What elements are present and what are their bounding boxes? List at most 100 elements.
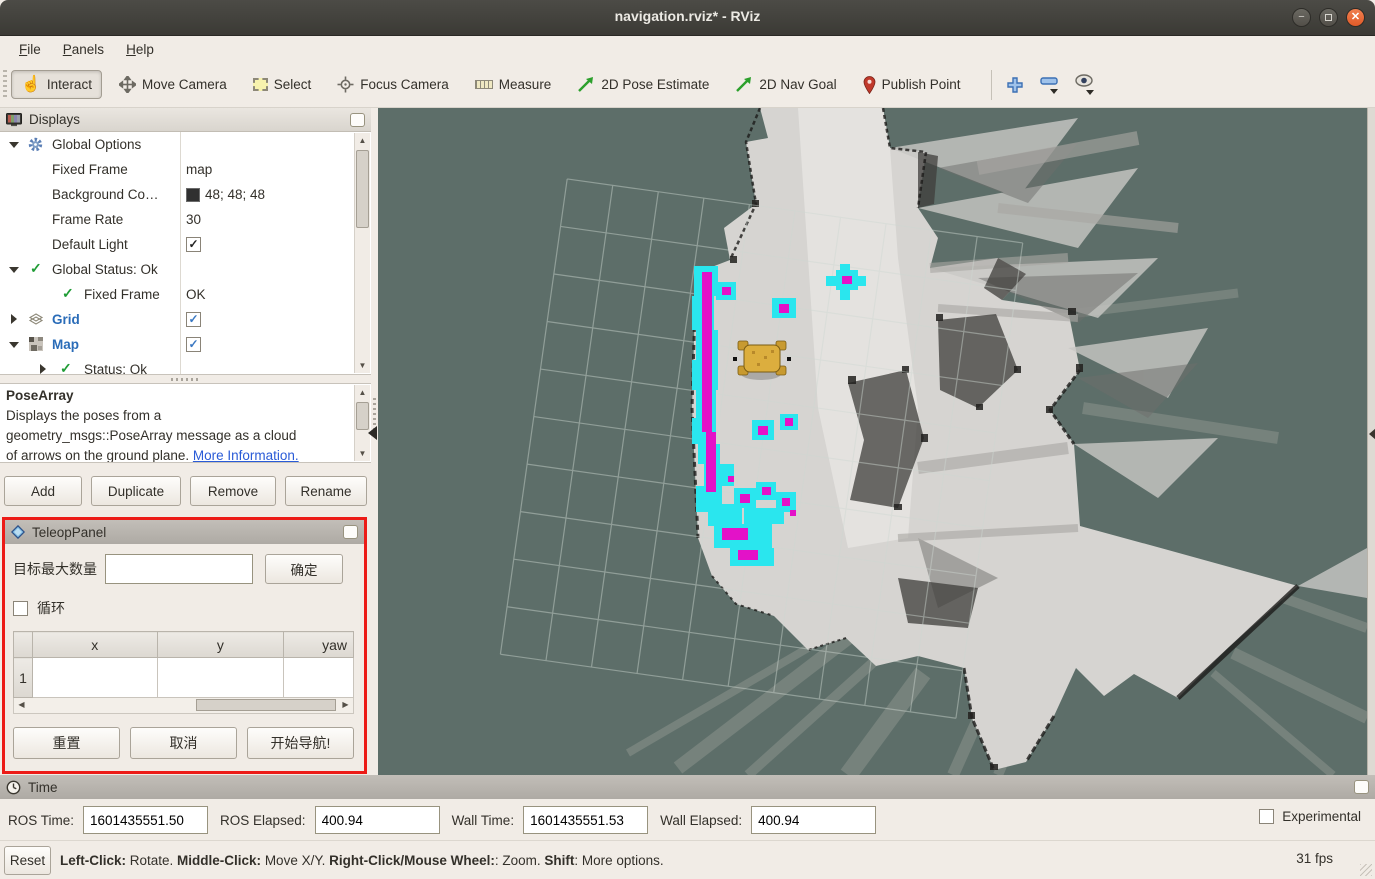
cell-yaw[interactable] — [284, 658, 354, 698]
cell-y[interactable] — [157, 658, 284, 698]
menu-help[interactable]: Help — [117, 39, 163, 60]
displays-panel-header[interactable]: Displays — [0, 108, 371, 132]
goal-table-row[interactable]: 1 — [14, 658, 354, 698]
panel-float-button[interactable] — [350, 113, 365, 127]
column-x[interactable]: x — [32, 632, 157, 658]
cell-x[interactable] — [32, 658, 157, 698]
panel-splitter[interactable] — [0, 375, 371, 383]
duplicate-button[interactable]: Duplicate — [91, 476, 181, 506]
collapse-panel-icon[interactable] — [368, 426, 377, 440]
teleop-panel-header[interactable]: TeleopPanel — [5, 520, 364, 544]
tool-move-camera[interactable]: Move Camera — [110, 70, 236, 99]
tool-2d-nav-goal[interactable]: 2D Nav Goal — [726, 71, 845, 99]
map-pin-icon — [863, 76, 876, 94]
default-light-checkbox[interactable]: ✓ — [186, 237, 201, 252]
minimize-button[interactable]: − — [1292, 8, 1311, 27]
more-information-link[interactable]: More Information. — [193, 448, 299, 463]
tree-row-background-color[interactable]: Background Co… 48; 48; 48 — [0, 182, 371, 207]
reset-button[interactable]: Reset — [4, 846, 51, 875]
scroll-down-icon[interactable]: ▼ — [355, 446, 370, 461]
tree-scrollbar[interactable]: ▲ ▼ — [354, 133, 370, 373]
loop-checkbox[interactable] — [13, 601, 28, 616]
tool-interact[interactable]: ☝ Interact — [11, 70, 102, 99]
remove-tool-button[interactable] — [1040, 76, 1058, 94]
tree-row-fixed-frame[interactable]: Fixed Frame map — [0, 157, 371, 182]
scroll-down-icon[interactable]: ▼ — [355, 358, 370, 373]
scrollbar-thumb[interactable] — [356, 150, 369, 228]
table-scrollbar[interactable]: ◀ ▶ — [13, 698, 354, 714]
remove-button[interactable]: Remove — [190, 476, 276, 506]
cancel-button[interactable]: 取消 — [130, 727, 237, 759]
max-goal-input[interactable] — [105, 554, 253, 584]
3d-viewport[interactable] — [378, 108, 1367, 775]
teleop-panel-highlighted: TeleopPanel 目标最大数量 确定 循环 x y — [2, 517, 367, 774]
expand-icon[interactable] — [9, 342, 19, 348]
scroll-left-icon[interactable]: ◀ — [14, 698, 29, 712]
panel-float-button[interactable] — [343, 525, 358, 539]
tree-row-frame-rate[interactable]: Frame Rate 30 — [0, 207, 371, 232]
ros-time-label: ROS Time: — [8, 813, 74, 828]
eye-icon — [1074, 74, 1094, 87]
ros-elapsed-input[interactable] — [315, 806, 440, 834]
map-checkbox[interactable]: ✓ — [186, 337, 201, 352]
tool-visibility-button[interactable] — [1074, 74, 1094, 95]
tool-2d-pose-estimate[interactable]: 2D Pose Estimate — [568, 71, 718, 99]
tree-row-map-status[interactable]: ✓ Status: Ok — [0, 357, 371, 375]
close-button[interactable]: ✕ — [1346, 8, 1365, 27]
maximize-button[interactable] — [1319, 8, 1338, 27]
reset-goals-button[interactable]: 重置 — [13, 727, 120, 759]
scroll-up-icon[interactable]: ▲ — [355, 385, 370, 400]
toolbar-grip[interactable] — [3, 70, 7, 100]
tool-select[interactable]: Select — [244, 71, 321, 98]
rename-button[interactable]: Rename — [285, 476, 367, 506]
close-icon: ✕ — [1351, 11, 1360, 23]
scroll-right-icon[interactable]: ▶ — [338, 698, 353, 712]
wall-elapsed-label: Wall Elapsed: — [660, 813, 742, 828]
tree-row-global-options[interactable]: Global Options — [0, 132, 371, 157]
grid-checkbox[interactable]: ✓ — [186, 312, 201, 327]
maximize-icon — [1325, 14, 1332, 21]
experimental-checkbox[interactable] — [1259, 809, 1274, 824]
add-tool-button[interactable] — [1006, 76, 1024, 94]
row-header: 1 — [14, 658, 33, 698]
column-yaw[interactable]: yaw — [284, 632, 354, 658]
expand-icon[interactable] — [9, 267, 19, 273]
frame-rate-value[interactable]: 30 — [186, 212, 201, 227]
time-fields: ROS Time: ROS Elapsed: Wall Time: Wall E… — [8, 806, 876, 834]
expand-icon[interactable] — [40, 364, 46, 374]
wall-time-input[interactable] — [523, 806, 648, 834]
goal-table[interactable]: x y yaw 1 — [13, 631, 354, 698]
tree-row-map[interactable]: Map ✓ — [0, 332, 371, 357]
background-color-value[interactable]: 48; 48; 48 — [186, 187, 265, 202]
start-navigation-button[interactable]: 开始导航! — [247, 727, 354, 759]
tree-row-default-light[interactable]: Default Light ✓ — [0, 232, 371, 257]
tool-measure[interactable]: Measure — [466, 71, 561, 98]
ros-time-input[interactable] — [83, 806, 208, 834]
tool-publish-point[interactable]: Publish Point — [854, 70, 970, 100]
expand-icon[interactable] — [11, 314, 17, 324]
menu-panels[interactable]: Panels — [54, 39, 113, 60]
scrollbar-thumb[interactable] — [196, 699, 336, 711]
column-y[interactable]: y — [157, 632, 284, 658]
tool-focus-camera[interactable]: Focus Camera — [328, 70, 458, 99]
scroll-up-icon[interactable]: ▲ — [355, 133, 370, 148]
panel-float-button[interactable] — [1354, 780, 1369, 794]
description-scrollbar[interactable]: ▲ ▼ — [354, 385, 370, 461]
expand-panel-icon[interactable] — [1369, 428, 1375, 440]
fixed-frame-value[interactable]: map — [186, 162, 212, 177]
right-dock-strip[interactable] — [1367, 108, 1375, 775]
menu-file[interactable]: File — [10, 39, 50, 60]
time-panel-header[interactable]: Time — [0, 775, 1375, 799]
tree-row-grid[interactable]: Grid ✓ — [0, 307, 371, 332]
expand-icon[interactable] — [9, 142, 19, 148]
window-resize-grip[interactable] — [1360, 864, 1372, 876]
confirm-button[interactable]: 确定 — [265, 554, 343, 584]
corner-header — [14, 632, 33, 658]
tree-row-global-status[interactable]: ✓ Global Status: Ok — [0, 257, 371, 282]
title-bar[interactable]: navigation.rviz* - RViz − ✕ — [0, 0, 1375, 36]
panel-viewport-splitter[interactable] — [371, 108, 378, 775]
displays-tree[interactable]: Global Options Fixed Frame map Backgroun… — [0, 132, 371, 375]
add-button[interactable]: Add — [4, 476, 82, 506]
tree-row-fixed-frame-status[interactable]: ✓ Fixed Frame OK — [0, 282, 371, 307]
wall-elapsed-input[interactable] — [751, 806, 876, 834]
